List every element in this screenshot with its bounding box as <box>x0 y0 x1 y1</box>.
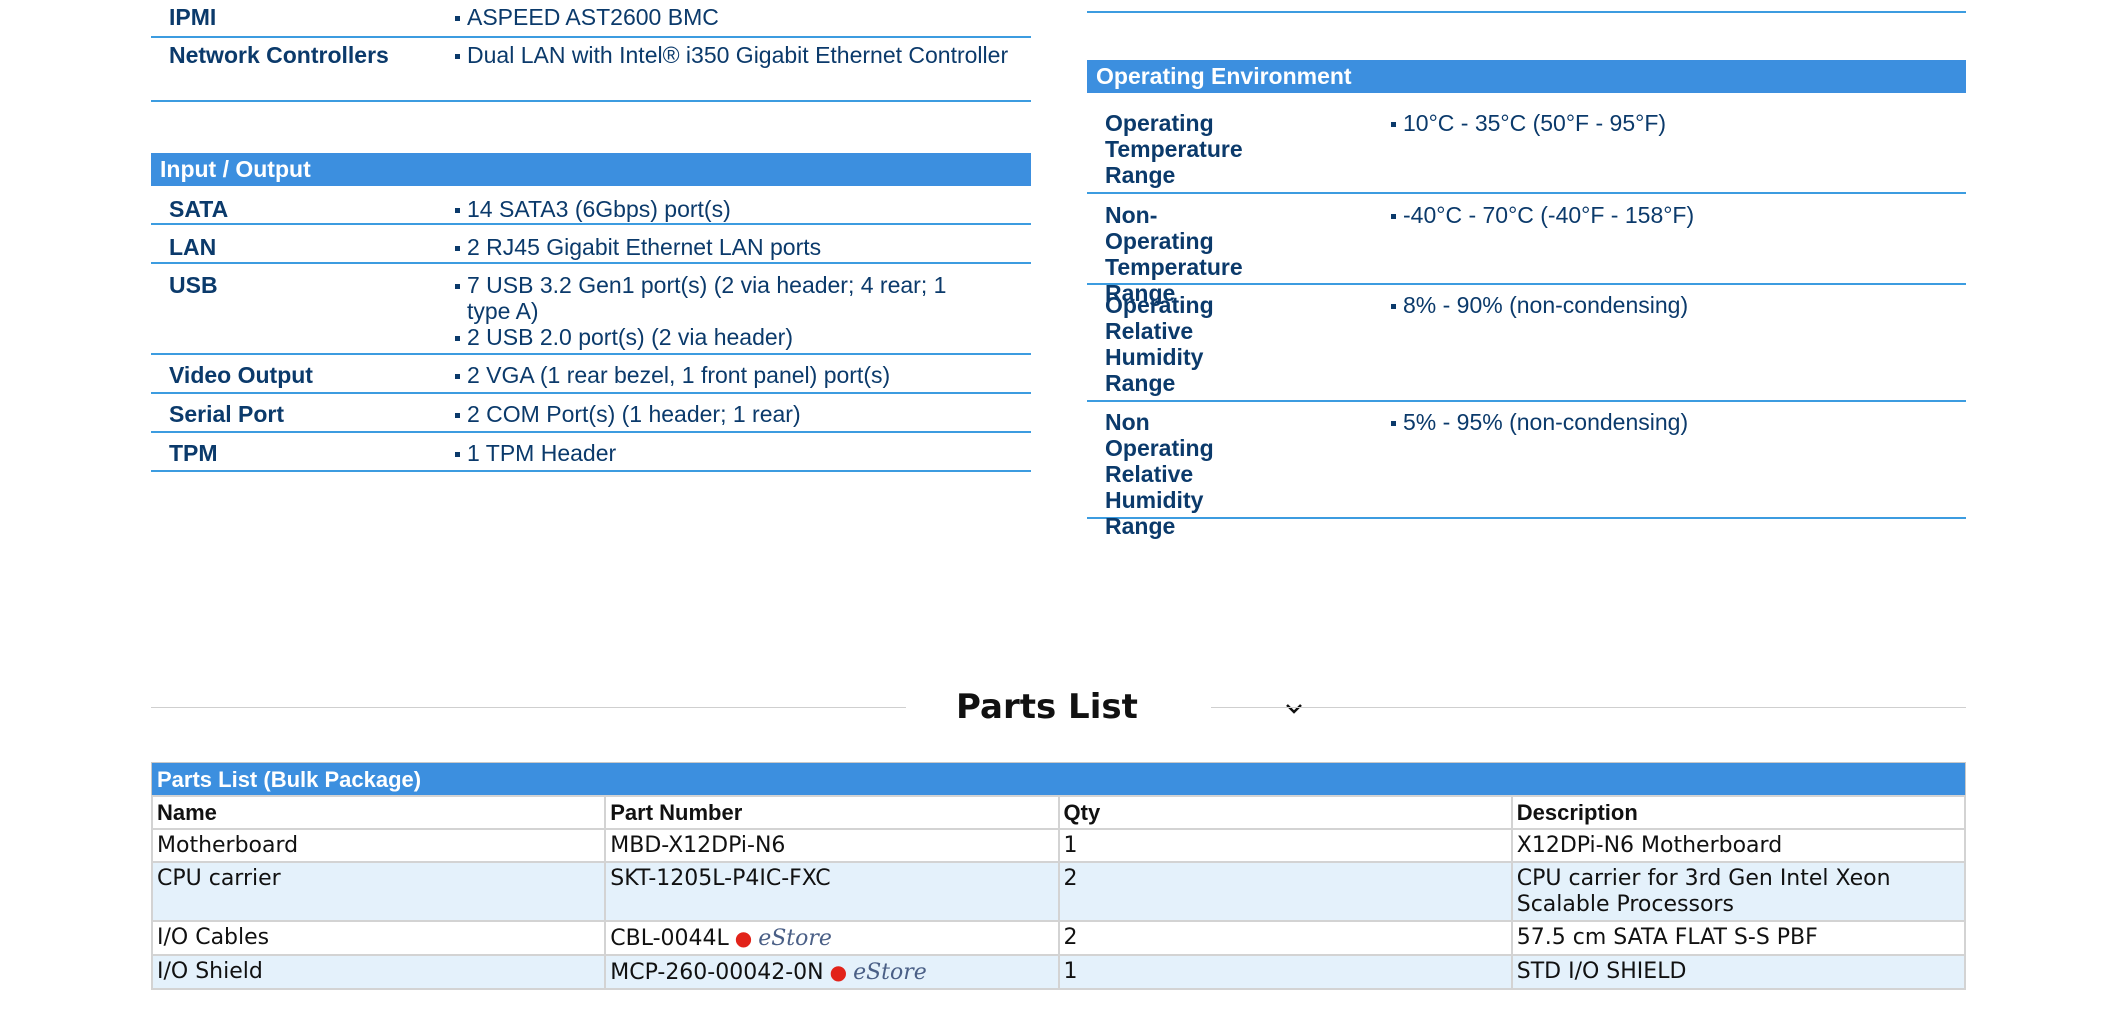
spec-values: 5% - 95% (non-condensing) <box>1391 409 1966 517</box>
table-row: I/O Shield MCP-260-00042-0N ● eStore 1 STD… <box>150 954 1967 990</box>
spec-label: Serial Port <box>169 401 285 427</box>
spec-label: Non-Operating Temperature Range <box>1105 202 1243 306</box>
cell-name: I/O Cables <box>150 920 607 956</box>
spec-row-tpm: TPM 1 TPM Header <box>151 433 1031 472</box>
divider <box>151 707 906 708</box>
part-number: CBL-0044L <box>610 926 729 951</box>
cell-description: STD I/O SHIELD <box>1510 954 1967 990</box>
spec-label: SATA <box>169 196 229 222</box>
parts-table-header-row: Name Part Number Qty Description <box>150 795 1967 830</box>
bullet-icon: ● <box>829 960 848 984</box>
cell-qty: 1 <box>1057 954 1513 990</box>
cell-qty: 2 <box>1057 920 1513 956</box>
table-row: Motherboard MBD-X12DPi-N6 1 X12DPi-N6 Mo… <box>150 828 1967 863</box>
spec-row-ipmi: IPMI ASPEED AST2600 BMC <box>151 0 1031 38</box>
part-number: MCP-260-00042-0N <box>610 960 824 985</box>
cell-name: I/O Shield <box>150 954 607 990</box>
spec-value: 1 TPM Header <box>455 440 1031 466</box>
spec-label: Operating Temperature Range <box>1105 110 1243 188</box>
spec-label: TPM <box>169 440 218 466</box>
cell-part-number: SKT-1205L-P4IC-FXC <box>604 861 1060 922</box>
table-row: CPU carrier SKT-1205L-P4IC-FXC 2 CPU car… <box>150 861 1967 922</box>
part-number: MBD-X12DPi-N6 <box>610 833 786 858</box>
cell-description: 57.5 cm SATA FLAT S-S PBF <box>1510 920 1967 956</box>
spec-values: 2 COM Port(s) (1 header; 1 rear) <box>455 401 1031 431</box>
estore-link[interactable]: ● eStore <box>824 960 927 985</box>
spec-values: 10°C - 35°C (50°F - 95°F) <box>1391 110 1966 192</box>
divider <box>1211 707 1966 708</box>
spec-row-usb: USB 7 USB 3.2 Gen1 port(s) (2 via header… <box>151 264 1031 355</box>
spec-row-network-controllers: Network Controllers Dual LAN with Intel®… <box>151 38 1031 102</box>
cell-description: X12DPi-N6 Motherboard <box>1510 828 1967 863</box>
parts-list-title: Parts List <box>956 687 1138 727</box>
spec-label: Operating Relative Humidity Range <box>1105 292 1214 396</box>
section-heading: Operating Environment <box>1087 60 1966 93</box>
spec-values: 14 SATA3 (6Gbps) port(s) <box>455 196 1031 223</box>
spec-label: Video Output <box>169 362 313 388</box>
estore-link[interactable]: ● eStore <box>729 926 832 951</box>
spec-label: IPMI <box>169 4 217 30</box>
spec-table-input-output: Input / Output SATA 14 SATA3 (6Gbps) por… <box>151 153 1031 472</box>
spec-values: Dual LAN with Intel® i350 Gigabit Ethern… <box>455 42 1031 100</box>
spec-row-non-operating-temperature: Non-Operating Temperature Range -40°C - … <box>1087 194 1966 306</box>
cell-description: CPU carrier for 3rd Gen Intel Xeon Scala… <box>1510 861 1967 922</box>
spec-row-video-output: Video Output 2 VGA (1 rear bezel, 1 fron… <box>151 355 1031 394</box>
spec-row-lan: LAN 2 RJ45 Gigabit Ethernet LAN ports <box>151 225 1031 264</box>
spec-values: ASPEED AST2600 BMC <box>455 4 1031 36</box>
estore-logo: eStore <box>853 960 927 985</box>
spec-value: -40°C - 70°C (-40°F - 158°F) <box>1391 202 1966 228</box>
spec-value: 2 VGA (1 rear bezel, 1 front panel) port… <box>455 362 1031 388</box>
section-heading: Input / Output <box>151 153 1031 186</box>
spec-row-serial-port: Serial Port 2 COM Port(s) (1 header; 1 r… <box>151 394 1031 433</box>
spec-label: USB <box>169 272 218 298</box>
spec-values: 8% - 90% (non-condensing) <box>1391 292 1966 400</box>
spec-values: 2 VGA (1 rear bezel, 1 front panel) port… <box>455 362 1031 392</box>
table-row: I/O Cables CBL-0044L ● eStore 2 57.5 cm SA… <box>150 920 1967 956</box>
spec-table-operating-environment: Operating Environment Operating Temperat… <box>1087 60 1966 539</box>
spec-table-management: IPMI ASPEED AST2600 BMC Network Controll… <box>151 0 1031 102</box>
spec-row-non-operating-humidity: Non Operating Relative Humidity Range 5%… <box>1087 402 1966 539</box>
spec-value: 10°C - 35°C (50°F - 95°F) <box>1391 110 1966 136</box>
parts-table-caption: Parts List (Bulk Package) <box>151 762 1966 795</box>
part-number: SKT-1205L-P4IC-FXC <box>610 866 831 891</box>
parts-table: Parts List (Bulk Package) Name Part Numb… <box>150 762 1967 990</box>
cell-qty: 1 <box>1057 828 1513 863</box>
column-header-name: Name <box>150 795 607 830</box>
spec-values: 2 RJ45 Gigabit Ethernet LAN ports <box>455 234 1031 262</box>
spec-value: 8% - 90% (non-condensing) <box>1391 292 1966 318</box>
spec-value: Dual LAN with Intel® i350 Gigabit Ethern… <box>455 42 1031 68</box>
estore-logo: eStore <box>758 926 832 951</box>
spec-value: 2 RJ45 Gigabit Ethernet LAN ports <box>455 234 1031 260</box>
bullet-icon: ● <box>734 926 753 950</box>
cell-name: Motherboard <box>150 828 607 863</box>
cell-part-number: CBL-0044L ● eStore <box>604 920 1060 956</box>
spec-value: 2 COM Port(s) (1 header; 1 rear) <box>455 401 1031 427</box>
chevron-down-icon-svg <box>1286 704 1302 714</box>
spec-value: 7 USB 3.2 Gen1 port(s) (2 via header; 4 … <box>455 272 981 324</box>
spec-label: Network Controllers <box>169 42 389 68</box>
column-header-part-number: Part Number <box>604 795 1060 830</box>
spec-label: Non Operating Relative Humidity Range <box>1105 409 1214 539</box>
spec-value: 2 USB 2.0 port(s) (2 via header) <box>455 324 981 350</box>
cell-name: CPU carrier <box>150 861 607 922</box>
spec-value: 5% - 95% (non-condensing) <box>1391 409 1966 435</box>
column-header-qty: Qty <box>1057 795 1513 830</box>
spec-values: 1 TPM Header <box>455 440 1031 470</box>
chevron-down-icon[interactable] <box>1284 684 1304 734</box>
parts-list-toggle[interactable]: Parts List <box>151 684 1966 730</box>
spec-label: LAN <box>169 234 217 260</box>
spec-row-operating-temperature: Operating Temperature Range 10°C - 35°C … <box>1087 93 1966 194</box>
spec-row-operating-humidity: Operating Relative Humidity Range 8% - 9… <box>1087 285 1966 402</box>
spec-row-sata: SATA 14 SATA3 (6Gbps) port(s) <box>151 186 1031 225</box>
cell-qty: 2 <box>1057 861 1513 922</box>
spec-values: -40°C - 70°C (-40°F - 158°F) <box>1391 202 1966 283</box>
divider <box>1087 11 1966 13</box>
cell-part-number: MCP-260-00042-0N ● eStore <box>604 954 1060 990</box>
column-header-description: Description <box>1510 795 1967 830</box>
spec-values: 7 USB 3.2 Gen1 port(s) (2 via header; 4 … <box>455 272 1031 353</box>
spec-value: 14 SATA3 (6Gbps) port(s) <box>455 196 1031 222</box>
spec-value: ASPEED AST2600 BMC <box>455 4 1031 30</box>
cell-part-number: MBD-X12DPi-N6 <box>604 828 1060 863</box>
